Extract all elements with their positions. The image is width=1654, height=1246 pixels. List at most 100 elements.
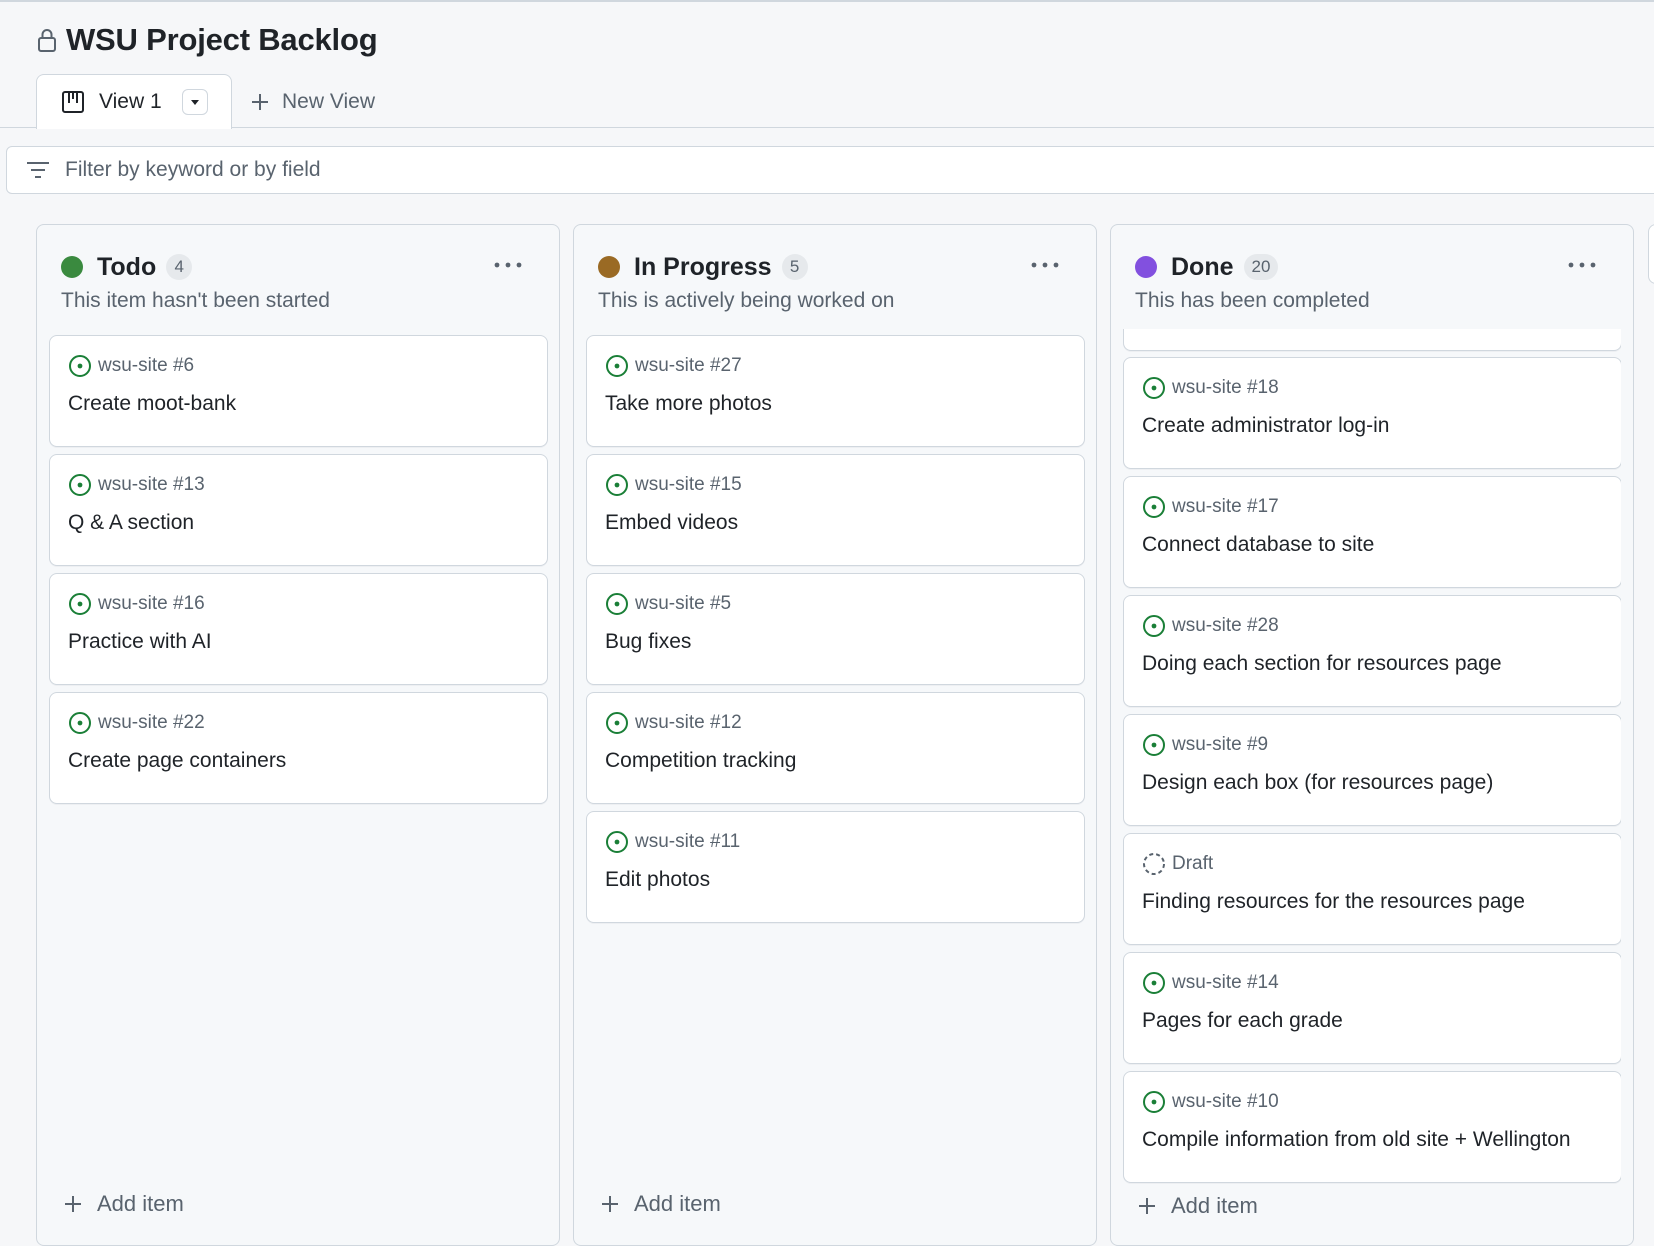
- card-title[interactable]: Q & A section: [68, 511, 194, 535]
- card-reference[interactable]: wsu-site #27: [635, 355, 742, 377]
- card-meta: wsu-site #10: [1142, 1090, 1279, 1114]
- board-card[interactable]: wsu-site #18 Create administrator log-in: [1123, 357, 1621, 469]
- card-title[interactable]: Create administrator log-in: [1142, 414, 1389, 438]
- plus-icon: [1139, 1198, 1155, 1214]
- column-more-button[interactable]: [1028, 253, 1062, 277]
- board-card[interactable]: wsu-site #14 Pages for each grade: [1123, 952, 1621, 1064]
- new-view-button[interactable]: New View: [250, 82, 375, 122]
- status-dot-in-progress: [598, 256, 620, 278]
- board-card[interactable]: wsu-site #27 Take more photos: [586, 335, 1085, 447]
- issue-opened-icon: [606, 474, 628, 496]
- board-card[interactable]: wsu-site #17 Connect database to site: [1123, 476, 1621, 588]
- add-item-label: Add item: [1171, 1193, 1258, 1218]
- add-item-button[interactable]: Add item: [600, 1191, 721, 1217]
- column-header: Done 20: [1135, 249, 1613, 285]
- issue-opened-icon: [69, 474, 91, 496]
- add-item-button[interactable]: Add item: [1137, 1193, 1258, 1219]
- project-board-page: WSU Project Backlog View 1 New View Filt…: [0, 0, 1654, 1246]
- status-dot-done: [1135, 256, 1157, 278]
- column-title: Todo: [97, 252, 157, 281]
- card-title[interactable]: Doing each section for resources page: [1142, 652, 1502, 676]
- board-card[interactable]: wsu-site #6 Create moot-bank: [49, 335, 548, 447]
- tab-view-1[interactable]: View 1: [36, 74, 232, 129]
- view-options-button[interactable]: [181, 89, 208, 115]
- issue-opened-icon: [606, 712, 628, 734]
- board-card[interactable]: wsu-site #10 Compile information from ol…: [1123, 1071, 1621, 1183]
- card-title[interactable]: Edit photos: [605, 868, 710, 892]
- column-description: This has been completed: [1135, 289, 1370, 312]
- column-title: In Progress: [634, 252, 772, 281]
- issue-opened-icon: [606, 831, 628, 853]
- column-in-progress: In Progress 5 This is actively being wor…: [573, 224, 1097, 1246]
- item-count-badge: 20: [1243, 254, 1279, 280]
- card-title[interactable]: Practice with AI: [68, 630, 212, 654]
- column-more-button[interactable]: [1565, 253, 1599, 277]
- card-title[interactable]: Pages for each grade: [1142, 1009, 1343, 1033]
- card-title[interactable]: Create moot-bank: [68, 392, 236, 416]
- issue-opened-icon: [1143, 734, 1165, 756]
- issue-opened-icon: [1143, 615, 1165, 637]
- card-reference[interactable]: wsu-site #15: [635, 474, 742, 496]
- board-card[interactable]: Draft Finding resources for the resource…: [1123, 833, 1621, 945]
- card-reference: Draft: [1172, 853, 1214, 874]
- card-reference[interactable]: wsu-site #16: [98, 593, 205, 615]
- card-title[interactable]: Compile information from old site + Well…: [1142, 1128, 1571, 1152]
- add-item-label: Add item: [634, 1191, 721, 1216]
- column-description: This is actively being worked on: [598, 289, 895, 312]
- item-count-badge: 5: [781, 254, 808, 280]
- card-reference[interactable]: wsu-site #11: [635, 831, 740, 853]
- column-more-button[interactable]: [491, 253, 525, 277]
- issue-opened-icon: [1143, 496, 1165, 518]
- filter-bar: [6, 146, 1654, 194]
- board-card[interactable]: wsu-site #12 Competition tracking: [586, 692, 1085, 804]
- card-reference[interactable]: wsu-site #18: [1172, 377, 1279, 399]
- card-title[interactable]: Create page containers: [68, 749, 286, 773]
- card-title[interactable]: Bug fixes: [605, 630, 691, 654]
- add-item-button[interactable]: Add item: [63, 1191, 184, 1217]
- card-reference[interactable]: wsu-site #13: [98, 474, 205, 496]
- card-title[interactable]: Take more photos: [605, 392, 772, 416]
- issue-opened-icon: [69, 355, 91, 377]
- card-meta: wsu-site #16: [68, 592, 205, 616]
- board-card[interactable]: [1123, 329, 1621, 351]
- top-divider: [0, 0, 1654, 2]
- next-column-edge: [1648, 224, 1654, 284]
- card-reference[interactable]: wsu-site #10: [1172, 1091, 1279, 1113]
- card-reference[interactable]: wsu-site #17: [1172, 496, 1279, 518]
- card-reference[interactable]: wsu-site #12: [635, 712, 742, 734]
- card-meta: wsu-site #15: [605, 473, 742, 497]
- card-meta: wsu-site #12: [605, 711, 742, 735]
- card-reference[interactable]: wsu-site #14: [1172, 972, 1279, 994]
- card-reference[interactable]: wsu-site #5: [635, 593, 731, 615]
- lock-icon: [38, 29, 56, 52]
- card-meta: wsu-site #9: [1142, 733, 1268, 757]
- board-card[interactable]: wsu-site #9 Design each box (for resourc…: [1123, 714, 1621, 826]
- card-list-scroll[interactable]: wsu-site #18 Create administrator log-in…: [1123, 329, 1621, 1185]
- filter-input[interactable]: [65, 158, 865, 182]
- card-meta: wsu-site #6: [68, 354, 194, 378]
- board-card[interactable]: wsu-site #13 Q & A section: [49, 454, 548, 566]
- board-card[interactable]: wsu-site #28 Doing each section for reso…: [1123, 595, 1621, 707]
- card-meta: Draft: [1142, 852, 1213, 876]
- tab-label: View 1: [99, 90, 162, 113]
- card-title[interactable]: Competition tracking: [605, 749, 796, 773]
- card-title[interactable]: Embed videos: [605, 511, 738, 535]
- board-card[interactable]: wsu-site #22 Create page containers: [49, 692, 548, 804]
- card-title[interactable]: Finding resources for the resources page: [1142, 890, 1525, 914]
- project-header: WSU Project Backlog: [36, 22, 378, 58]
- add-item-label: Add item: [97, 1191, 184, 1216]
- board-card[interactable]: wsu-site #11 Edit photos: [586, 811, 1085, 923]
- card-reference[interactable]: wsu-site #6: [98, 355, 194, 377]
- board-card[interactable]: wsu-site #15 Embed videos: [586, 454, 1085, 566]
- card-reference[interactable]: wsu-site #9: [1172, 734, 1268, 756]
- card-title[interactable]: Connect database to site: [1142, 533, 1374, 557]
- card-meta: wsu-site #11: [605, 830, 740, 854]
- board-card[interactable]: wsu-site #5 Bug fixes: [586, 573, 1085, 685]
- card-reference[interactable]: wsu-site #22: [98, 712, 205, 734]
- card-title[interactable]: Design each box (for resources page): [1142, 771, 1493, 795]
- ellipsis-icon: [494, 262, 522, 268]
- board-card[interactable]: wsu-site #16 Practice with AI: [49, 573, 548, 685]
- caret-down-icon: [190, 100, 199, 105]
- card-meta: wsu-site #27: [605, 354, 742, 378]
- card-reference[interactable]: wsu-site #28: [1172, 615, 1279, 637]
